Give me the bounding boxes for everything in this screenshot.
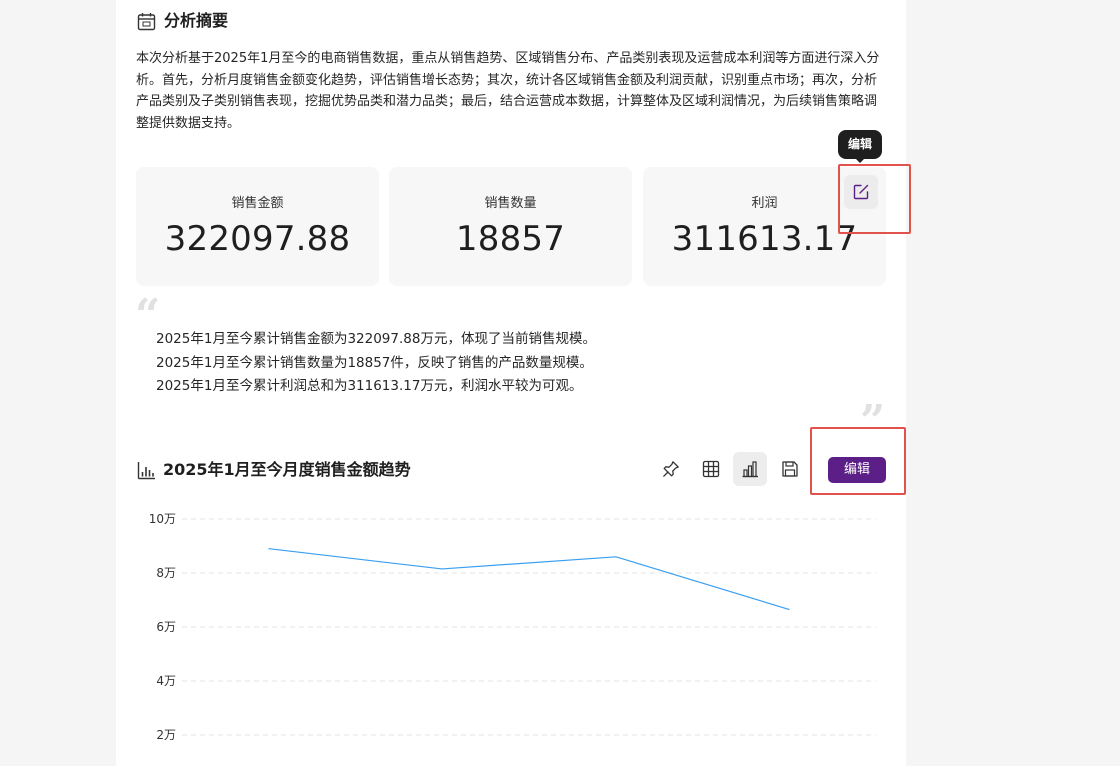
y-tick-label: 2万	[156, 728, 176, 742]
y-tick-label: 4万	[156, 674, 176, 688]
kpi-label: 销售金额	[231, 196, 284, 211]
data-point	[268, 548, 270, 550]
bar-chart-icon	[137, 461, 156, 484]
data-point	[788, 608, 790, 611]
insight-item: 2025年1月至今累计销售金额为322097.88万元，体现了当前销售规模。	[156, 331, 596, 347]
edit-tooltip: 编辑	[838, 130, 882, 159]
sales-trend-chart: 10万 8万 6万 4万 2万	[149, 512, 876, 742]
sales-series-line	[268, 548, 790, 611]
pin-icon	[662, 460, 680, 478]
kpi-value: 322097.88	[164, 219, 351, 259]
save-icon	[781, 460, 799, 478]
bar-chart-icon	[741, 460, 759, 478]
chart-title: 2025年1月至今月度销售金额趋势	[163, 460, 411, 479]
insight-item: 2025年1月至今累计销售数量为18857件，反映了销售的产品数量规模。	[156, 354, 593, 371]
calendar-icon	[137, 12, 156, 35]
summary-title: 分析摘要	[164, 11, 229, 30]
highlight-box-kpi-edit	[838, 164, 911, 234]
kpi-card-sales-amount: 销售金额 322097.88	[136, 167, 379, 286]
table-icon	[702, 460, 720, 478]
tooltip-arrow	[855, 158, 865, 163]
summary-text: 本次分析基于2025年1月至今的电商销售数据，重点从销售趋势、区域销售分布、产品…	[136, 51, 880, 131]
data-point	[615, 556, 617, 558]
pin-button[interactable]	[654, 452, 688, 486]
insight-item: 2025年1月至今累计利润总和为311613.17万元，利润水平较为可观。	[156, 378, 583, 394]
kpi-value: 18857	[455, 219, 566, 259]
data-point	[441, 568, 443, 570]
insight-list: 2025年1月至今累计销售金额为322097.88万元，体现了当前销售规模。 2…	[156, 328, 596, 399]
y-tick-label: 6万	[156, 620, 176, 634]
y-tick-label: 10万	[149, 512, 176, 526]
kpi-card-sales-quantity: 销售数量 18857	[389, 167, 632, 286]
table-view-button[interactable]	[694, 452, 728, 486]
kpi-label: 销售数量	[484, 196, 537, 211]
y-tick-label: 8万	[156, 566, 176, 580]
chart-view-button[interactable]	[733, 452, 767, 486]
save-button[interactable]	[773, 452, 807, 486]
highlight-box-chart-edit	[810, 427, 906, 495]
